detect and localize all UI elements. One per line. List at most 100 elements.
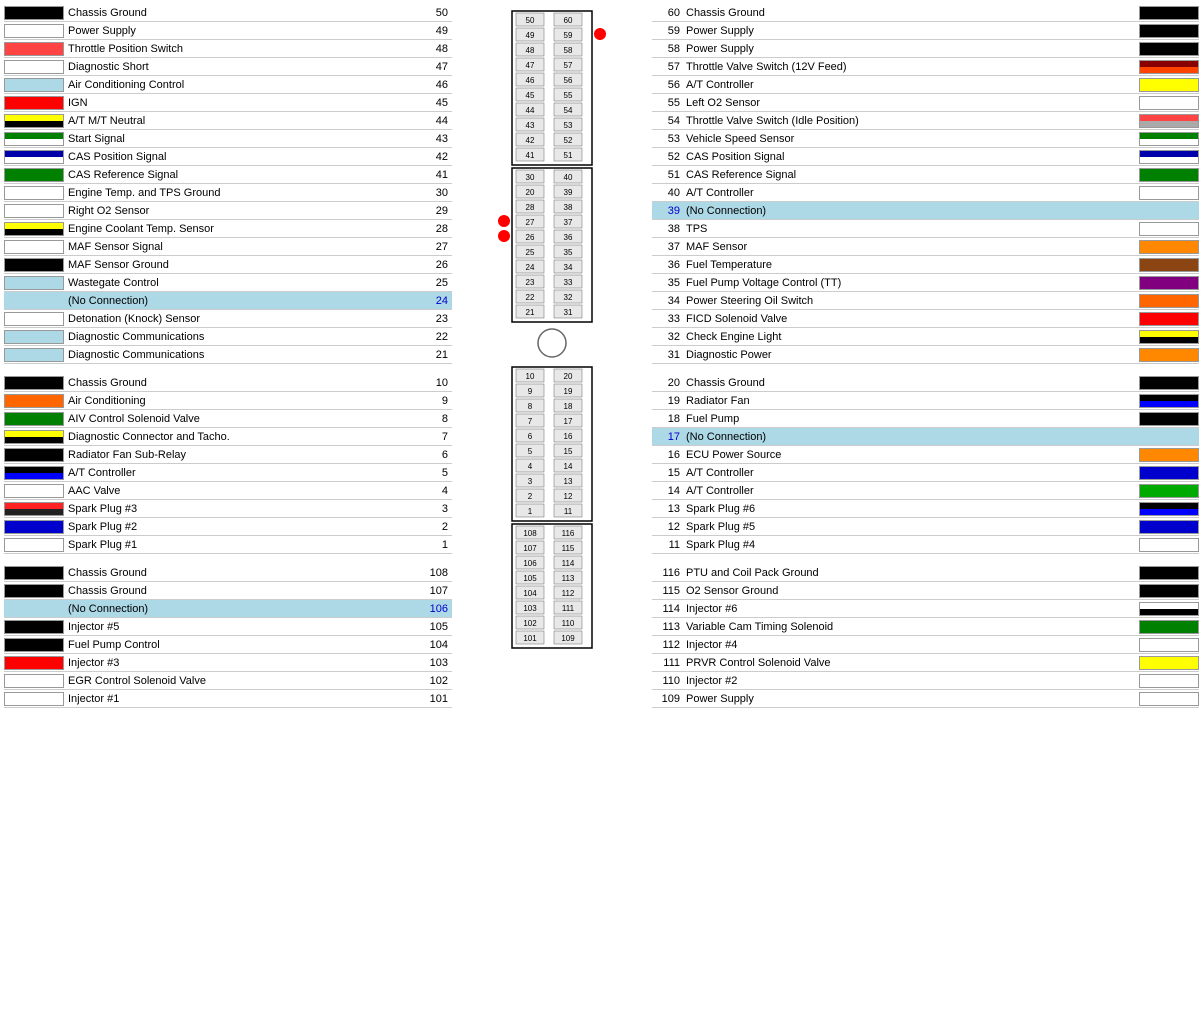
pin-number: 29 — [420, 205, 452, 217]
left-pin-row: A/T M/T Neutral44 — [4, 112, 452, 130]
svg-text:25: 25 — [526, 248, 535, 257]
svg-text:59: 59 — [564, 31, 573, 40]
wire-color-swatch — [4, 692, 64, 706]
svg-text:116: 116 — [562, 529, 575, 538]
left-pin-row: Detonation (Knock) Sensor23 — [4, 310, 452, 328]
wire-color-swatch — [4, 430, 64, 444]
wire-color-swatch — [4, 96, 64, 110]
pin-label: Spark Plug #6 — [684, 503, 1139, 515]
right-pin-row: 35Fuel Pump Voltage Control (TT) — [652, 274, 1199, 292]
pin-label: AAC Valve — [64, 485, 420, 497]
svg-text:5: 5 — [528, 447, 533, 456]
pin-number: 111 — [652, 657, 684, 669]
wire-color-swatch — [4, 114, 64, 128]
right-pin-row: 12Spark Plug #5 — [652, 518, 1199, 536]
wire-color-swatch — [4, 276, 64, 290]
pin-label: Radiator Fan Sub-Relay — [64, 449, 420, 461]
left-pin-row: Diagnostic Short47 — [4, 58, 452, 76]
pin-number: 40 — [652, 187, 684, 199]
svg-text:30: 30 — [526, 173, 535, 182]
svg-text:48: 48 — [526, 46, 535, 55]
pin-label: Fuel Pump — [684, 413, 1139, 425]
svg-text:36: 36 — [564, 233, 573, 242]
right-pin-row: 13Spark Plug #6 — [652, 500, 1199, 518]
pin-label: PTU and Coil Pack Ground — [684, 567, 1139, 579]
pin-number: 54 — [652, 115, 684, 127]
svg-text:40: 40 — [564, 173, 573, 182]
wire-color-swatch — [4, 42, 64, 56]
pin-number: 33 — [652, 313, 684, 325]
left-pin-row: (No Connection)24 — [4, 292, 452, 310]
left-pin-row: MAF Sensor Signal27 — [4, 238, 452, 256]
right-pin-row: 17(No Connection) — [652, 428, 1199, 446]
pin-number: 20 — [652, 377, 684, 389]
pin-number: 30 — [420, 187, 452, 199]
svg-text:108: 108 — [523, 529, 537, 538]
wire-color-swatch — [1139, 602, 1199, 616]
right-pin-row: 56A/T Controller — [652, 76, 1199, 94]
pin-label: Injector #5 — [64, 621, 420, 633]
pin-label: Air Conditioning Control — [64, 79, 420, 91]
right-pin-row: 52CAS Position Signal — [652, 148, 1199, 166]
pin-label: Check Engine Light — [684, 331, 1139, 343]
right-pin-row: 59Power Supply — [652, 22, 1199, 40]
wire-color-swatch — [4, 520, 64, 534]
right-pin-row: 55Left O2 Sensor — [652, 94, 1199, 112]
svg-text:7: 7 — [528, 417, 533, 426]
wire-color-swatch — [1139, 168, 1199, 182]
pin-label: Diagnostic Connector and Tacho. — [64, 431, 420, 443]
pin-label: Power Supply — [64, 25, 420, 37]
right-pin-row: 40A/T Controller — [652, 184, 1199, 202]
svg-text:28: 28 — [526, 203, 535, 212]
left-pin-row: MAF Sensor Ground26 — [4, 256, 452, 274]
wire-color-swatch — [4, 132, 64, 146]
pin-label: (No Connection) — [684, 205, 1139, 217]
svg-text:104: 104 — [523, 589, 537, 598]
right-pin-row: 15A/T Controller — [652, 464, 1199, 482]
pin-number: 27 — [420, 241, 452, 253]
pin-label: Injector #2 — [684, 675, 1139, 687]
svg-text:4: 4 — [528, 462, 533, 471]
pin-label: Power Steering Oil Switch — [684, 295, 1139, 307]
pin-label: (No Connection) — [684, 431, 1139, 443]
wire-color-swatch — [1139, 42, 1199, 56]
wire-color-swatch — [1139, 348, 1199, 362]
wire-color-swatch — [1139, 538, 1199, 552]
pin-number: 31 — [652, 349, 684, 361]
svg-text:109: 109 — [561, 634, 575, 643]
wire-color-swatch — [4, 204, 64, 218]
svg-text:56: 56 — [564, 76, 573, 85]
svg-text:45: 45 — [526, 91, 535, 100]
svg-text:22: 22 — [526, 293, 535, 302]
svg-text:13: 13 — [564, 477, 573, 486]
pin-number: 109 — [652, 693, 684, 705]
pin-label: Injector #4 — [684, 639, 1139, 651]
wire-color-swatch — [4, 448, 64, 462]
wire-color-swatch — [4, 186, 64, 200]
pin-number: 8 — [420, 413, 452, 425]
wire-color-swatch — [1139, 24, 1199, 38]
right-column: 60Chassis Ground59Power Supply58Power Su… — [652, 4, 1199, 708]
pin-number: 102 — [420, 675, 452, 687]
pin-label: Injector #3 — [64, 657, 420, 669]
right-pin-row: 39(No Connection) — [652, 202, 1199, 220]
pin-label: Injector #6 — [684, 603, 1139, 615]
svg-text:21: 21 — [526, 308, 535, 317]
svg-text:35: 35 — [564, 248, 573, 257]
wire-color-swatch — [4, 584, 64, 598]
pin-label: AIV Control Solenoid Valve — [64, 413, 420, 425]
svg-text:101: 101 — [523, 634, 537, 643]
wire-color-swatch — [4, 538, 64, 552]
wire-color-swatch — [4, 484, 64, 498]
wire-color-swatch — [4, 638, 64, 652]
pin-label: Chassis Ground — [64, 567, 420, 579]
left-pin-row: Fuel Pump Control104 — [4, 636, 452, 654]
pin-label: Spark Plug #5 — [684, 521, 1139, 533]
pin-label: (No Connection) — [64, 603, 420, 615]
left-pin-row: AAC Valve4 — [4, 482, 452, 500]
wire-color-swatch — [1139, 78, 1199, 92]
pin-number: 112 — [652, 639, 684, 651]
wire-color-swatch — [4, 24, 64, 38]
pin-number: 5 — [420, 467, 452, 479]
left-pin-row: EGR Control Solenoid Valve102 — [4, 672, 452, 690]
